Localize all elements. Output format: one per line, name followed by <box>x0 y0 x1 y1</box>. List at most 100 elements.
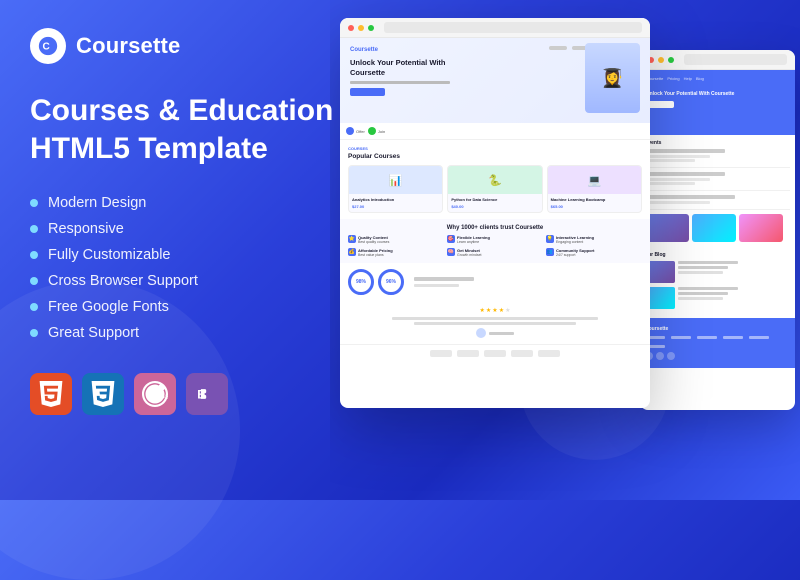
course-card: 🐍 Python for Data Science $40.00 <box>447 165 542 213</box>
blog-desc-bar <box>678 297 723 300</box>
svg-text:B: B <box>197 387 206 401</box>
event-images <box>645 214 790 242</box>
courses-label: Courses <box>348 146 642 151</box>
footer-link <box>697 336 717 339</box>
brand-name: Coursette <box>76 33 181 59</box>
course-card: 💻 Machine Learning Bootcamp $65.00 <box>547 165 642 213</box>
url-bar <box>384 22 642 33</box>
footer-link <box>671 336 691 339</box>
bullet-icon <box>30 199 38 207</box>
event-desc-bar <box>645 201 710 204</box>
event-item <box>645 172 790 191</box>
course-info: Machine Learning Bootcamp $65.00 <box>548 194 641 212</box>
reviewer-avatar <box>476 328 486 338</box>
event-title-bar <box>645 149 725 153</box>
star: ★ <box>486 307 491 314</box>
event-item <box>645 149 790 168</box>
blog-title: our Blog <box>645 252 790 258</box>
courses-title: Popular Courses <box>348 153 642 160</box>
logo-icon: C <box>30 28 66 64</box>
browser-content-2: Coursette Pricing Help Blog Unlock Your … <box>640 70 795 410</box>
browser-main-window: Coursette Unlock Your Potential With Cou… <box>340 18 650 408</box>
browser-dot-green-2 <box>668 57 674 63</box>
stat-circle-2: 96% <box>378 269 404 295</box>
blog-info <box>678 287 790 309</box>
url-bar-2 <box>684 54 787 65</box>
why-item: 🧠 Get Mindset Growth mindset <box>447 248 543 258</box>
svg-text:C: C <box>43 42 50 53</box>
list-item: Modern Design <box>30 195 350 211</box>
blog-text-bar-2 <box>678 292 728 295</box>
stats-section: 98% 96% <box>340 263 650 301</box>
browser2-nav-item: Blog <box>696 76 704 81</box>
bullet-icon <box>30 251 38 259</box>
list-item: Fully Customizable <box>30 247 350 263</box>
browser-dot-yellow-2 <box>658 57 664 63</box>
bullet-icon <box>30 225 38 233</box>
blog-info <box>678 261 790 283</box>
browser2-nav-item: Pricing <box>667 76 679 81</box>
browser2-hero-title: Unlock Your Potential With Coursette <box>646 91 789 98</box>
why-item-desc: Engaging content <box>556 240 594 245</box>
footer-link <box>749 336 769 339</box>
features-list: Modern Design Responsive Fully Customiza… <box>30 195 350 341</box>
event-desc-bar <box>645 155 710 158</box>
star: ★ <box>499 307 504 314</box>
site-hero: Coursette Unlock Your Potential With Cou… <box>340 38 650 123</box>
why-icon: 👥 <box>546 248 554 256</box>
student-icon: 👩‍🎓 <box>601 68 623 89</box>
browser2-footer: Coursette <box>640 318 795 368</box>
blog-text-bar <box>678 261 738 264</box>
event-desc-bar <box>645 178 710 181</box>
reviewer-name <box>489 332 514 335</box>
courses-grid: 📊 Analytics Introduction $27.00 🐍 Python… <box>348 165 642 213</box>
why-icon: 🧠 <box>447 248 455 256</box>
list-item: Responsive <box>30 221 350 237</box>
social-icons <box>645 352 790 360</box>
blog-text-bar-2 <box>678 266 728 269</box>
bullet-icon <box>30 303 38 311</box>
testimonial-text <box>392 317 598 320</box>
browser-secondary-window: Coursette Pricing Help Blog Unlock Your … <box>640 50 795 410</box>
why-item: 👥 Community Support 24/7 support <box>546 248 642 258</box>
events-title: Events <box>645 140 790 146</box>
why-grid: ⭐ Quality Content Best quality courses 🎯… <box>348 235 642 257</box>
css3-badge <box>82 373 124 415</box>
why-icon: 💡 <box>546 235 554 243</box>
courses-section: Courses Popular Courses 📊 Analytics Intr… <box>340 140 650 219</box>
why-item-desc: Learn anytime <box>457 240 490 245</box>
browser-bar-2 <box>640 50 795 70</box>
bootstrap-badge: B <box>186 373 228 415</box>
stats-row: Offer Join <box>340 123 650 140</box>
footer-logos <box>340 344 650 362</box>
bullet-icon <box>30 329 38 337</box>
course-title: Python for Data Science <box>451 197 538 202</box>
blog-item <box>645 261 790 283</box>
star: ★ <box>480 307 485 314</box>
tech-badges: Sass B <box>30 373 350 415</box>
browser2-blog: our Blog <box>640 247 795 318</box>
page-title: Courses & Education HTML5 Template <box>30 92 350 167</box>
footer-links <box>645 336 790 348</box>
browser2-hero: Coursette Pricing Help Blog Unlock Your … <box>640 70 795 135</box>
browser2-cta-button <box>646 101 674 108</box>
partner-logo <box>538 350 560 357</box>
event-desc-bar-2 <box>645 182 695 185</box>
blog-text-bar <box>678 287 738 290</box>
why-icon: 🎯 <box>447 235 455 243</box>
course-image: 💻 <box>548 166 641 194</box>
course-title: Machine Learning Bootcamp <box>551 197 638 202</box>
blog-item <box>645 287 790 309</box>
why-item: 💡 Interactive Learning Engaging content <box>546 235 642 245</box>
course-info: Python for Data Science $40.00 <box>448 194 541 212</box>
social-icon-tw <box>656 352 664 360</box>
stars-row: ★ ★ ★ ★ ★ <box>348 307 642 314</box>
logo-area: C Coursette <box>30 28 350 64</box>
bullet-icon <box>30 277 38 285</box>
partner-logo <box>430 350 452 357</box>
event-desc-bar-2 <box>645 159 695 162</box>
footer-link <box>723 336 743 339</box>
stat-text-bar-2 <box>414 284 459 287</box>
course-price: $40.00 <box>451 204 538 209</box>
partner-logo <box>511 350 533 357</box>
